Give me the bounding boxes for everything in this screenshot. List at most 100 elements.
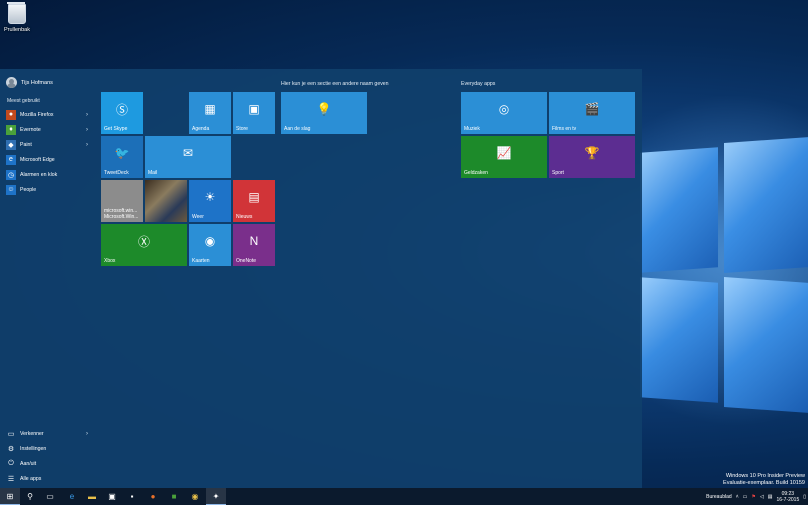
tile-label: Kaarten [192, 258, 210, 264]
start-item-alle-apps[interactable]: ☰ Alle apps [6, 471, 94, 486]
taskbar-cmd[interactable]: ▪ [122, 488, 142, 505]
start-item-instellingen[interactable]: ⚙ Instellingen [6, 441, 94, 456]
start-item-mozilla-firefox[interactable]: ● Mozilla Firefox › [6, 107, 94, 122]
lightbulb-icon: 💡 [316, 102, 332, 116]
chevron-right-icon[interactable]: › [86, 431, 88, 437]
gear-icon: ⚙ [7, 445, 15, 453]
edge-icon: e [6, 154, 16, 165]
tile-store[interactable]: ▣ Store [233, 92, 275, 134]
tile-label: Xbox [104, 258, 116, 264]
start-item-microsoft-edge[interactable]: e Microsoft Edge [6, 152, 94, 167]
tile-nieuws[interactable]: ▤ Nieuws [233, 180, 275, 222]
music-disc-icon: ◎ [498, 102, 510, 116]
flag-icon[interactable]: ⚑ [751, 494, 755, 500]
start-item-label: Instellingen [20, 445, 47, 452]
chevron-up-icon[interactable]: ˄ [736, 494, 739, 500]
search-button[interactable]: ⚲ [20, 488, 40, 505]
people-icon: ☺ [6, 184, 16, 195]
start-item-paint[interactable]: ◆ Paint › [6, 137, 94, 152]
group-header-2: Everyday apps [461, 81, 496, 87]
watermark-line1: Windows 10 Pro Insider Preview [725, 473, 805, 479]
volume-icon[interactable]: ◁ [760, 494, 764, 500]
edge-icon: e [69, 492, 75, 501]
cmd-icon: ▪ [130, 492, 134, 501]
sun-icon: ☀ [204, 190, 216, 204]
keyboard-icon[interactable]: ▤ [768, 494, 773, 500]
start-item-aan-uit[interactable]: ⏻ Aan/uit [6, 456, 94, 471]
tile-aan-de-slag[interactable]: 💡 Aan de slag [281, 92, 367, 134]
tile-weer[interactable]: ☀ Weer [189, 180, 231, 222]
tile-label: Store [236, 126, 248, 132]
chevron-right-icon[interactable]: › [86, 112, 88, 118]
tile-agenda[interactable]: ▦ Agenda [189, 92, 231, 134]
tile-label: Films en tv [552, 126, 577, 132]
start-item-label: Aan/uit [20, 460, 37, 467]
tile-photo[interactable] [145, 180, 187, 222]
start-left-pane: Tijs Hofmans Meest gebruikt ● Mozilla Fir… [0, 69, 95, 488]
task-view-button[interactable]: ▭ [40, 488, 60, 505]
start-item-people[interactable]: ☺ People [6, 182, 94, 197]
tile-label: Agenda [192, 126, 210, 132]
tile-films-en-tv[interactable]: 🎬 Films en tv [549, 92, 635, 134]
tile-label: TweetDeck [104, 170, 129, 176]
start-item-alarmen-en-klok[interactable]: ◷ Alarmen en klok [6, 167, 94, 182]
tile-onenote[interactable]: N OneNote [233, 224, 275, 266]
firefox-icon: ● [6, 109, 16, 120]
start-item-label: Microsoft Edge [20, 156, 55, 163]
chart-up-icon: 📈 [496, 146, 512, 160]
taskbar-store[interactable]: ▣ [102, 488, 122, 505]
taskbar-edge[interactable]: e [62, 488, 82, 505]
tile-mail[interactable]: ✉ Mail [145, 136, 231, 178]
most-used-header: Meest gebruikt [7, 98, 40, 104]
tile-label: Sport [552, 170, 564, 176]
tile-label: Nieuws [236, 214, 253, 220]
start-button[interactable]: ⊞ [0, 488, 20, 505]
start-item-evernote[interactable]: ♦ Evernote › [6, 122, 94, 137]
app-icon: ✦ [212, 491, 220, 501]
chevron-right-icon[interactable]: › [86, 142, 88, 148]
envelope-icon: ✉ [182, 146, 194, 160]
explorer-icon: ▬ [88, 492, 96, 501]
recycle-bin-label: Prullenbak [4, 27, 30, 33]
taskbar-app[interactable]: ✦ [206, 488, 226, 505]
build-watermark: Windows 10 Pro Insider Preview Evaluatie… [723, 473, 805, 487]
tile-sport[interactable]: 🏆 Sport [549, 136, 635, 178]
network-icon[interactable]: ▭ [743, 494, 748, 500]
tray-label[interactable]: Bureaublad [706, 494, 732, 500]
tile-label: microsoft.win... Microsoft.Win... [104, 208, 139, 220]
user-name: Tijs Hofmans [21, 79, 53, 86]
taskbar: ⊞ ⚲ ▭ e ▬ ▣ ▪ ● ■ ◉ ✦ Bureaublad ˄ ▭ ⚑ ◁… [0, 488, 808, 505]
trophy-icon: 🏆 [584, 146, 600, 160]
taskbar-firefox[interactable]: ● [143, 488, 163, 505]
taskbar-chrome[interactable]: ◉ [185, 488, 205, 505]
search-icon: ⚲ [27, 492, 33, 501]
clock-date: 16-7-2015 [776, 496, 800, 503]
start-item-verkenner[interactable]: ▭ Verkenner › [6, 426, 94, 441]
clock[interactable]: 09:23 16-7-2015 [776, 491, 799, 503]
calendar-icon: ▦ [204, 102, 216, 116]
paint-icon: ◆ [6, 139, 16, 150]
tile-label: Aan de slag [284, 126, 311, 132]
tile-microsoft-win[interactable]: microsoft.win... Microsoft.Win... [101, 180, 143, 222]
most-used-list: ● Mozilla Firefox › ♦ Evernote › ◆ Paint › e Micro… [6, 107, 94, 197]
start-icon: ⊞ [6, 491, 14, 501]
taskbar-evernote[interactable]: ■ [164, 488, 184, 505]
tile-get-skype[interactable]: Ⓢ Get Skype [101, 92, 143, 134]
tile-kaarten[interactable]: ◉ Kaarten [189, 224, 231, 266]
tile-muziek[interactable]: ◎ Muziek [461, 92, 547, 134]
folder-icon: ▭ [7, 430, 15, 438]
start-item-label: People [20, 186, 37, 193]
bird-icon: 🐦 [114, 146, 130, 160]
user-account[interactable]: Tijs Hofmans [6, 77, 53, 88]
avatar [6, 77, 17, 88]
chevron-right-icon[interactable]: › [86, 127, 88, 133]
recycle-bin[interactable]: Prullenbak [2, 2, 32, 33]
store-icon: ▣ [108, 492, 116, 501]
skype-icon: Ⓢ [115, 102, 128, 117]
tile-label: Get Skype [104, 126, 128, 132]
tile-geldzaken[interactable]: 📈 Geldzaken [461, 136, 547, 178]
notification-icon[interactable]: ▯ [803, 494, 806, 500]
tile-tweetdeck[interactable]: 🐦 TweetDeck [101, 136, 143, 178]
taskbar-explorer[interactable]: ▬ [82, 488, 102, 505]
tile-xbox[interactable]: Ⓧ Xbox [101, 224, 187, 266]
